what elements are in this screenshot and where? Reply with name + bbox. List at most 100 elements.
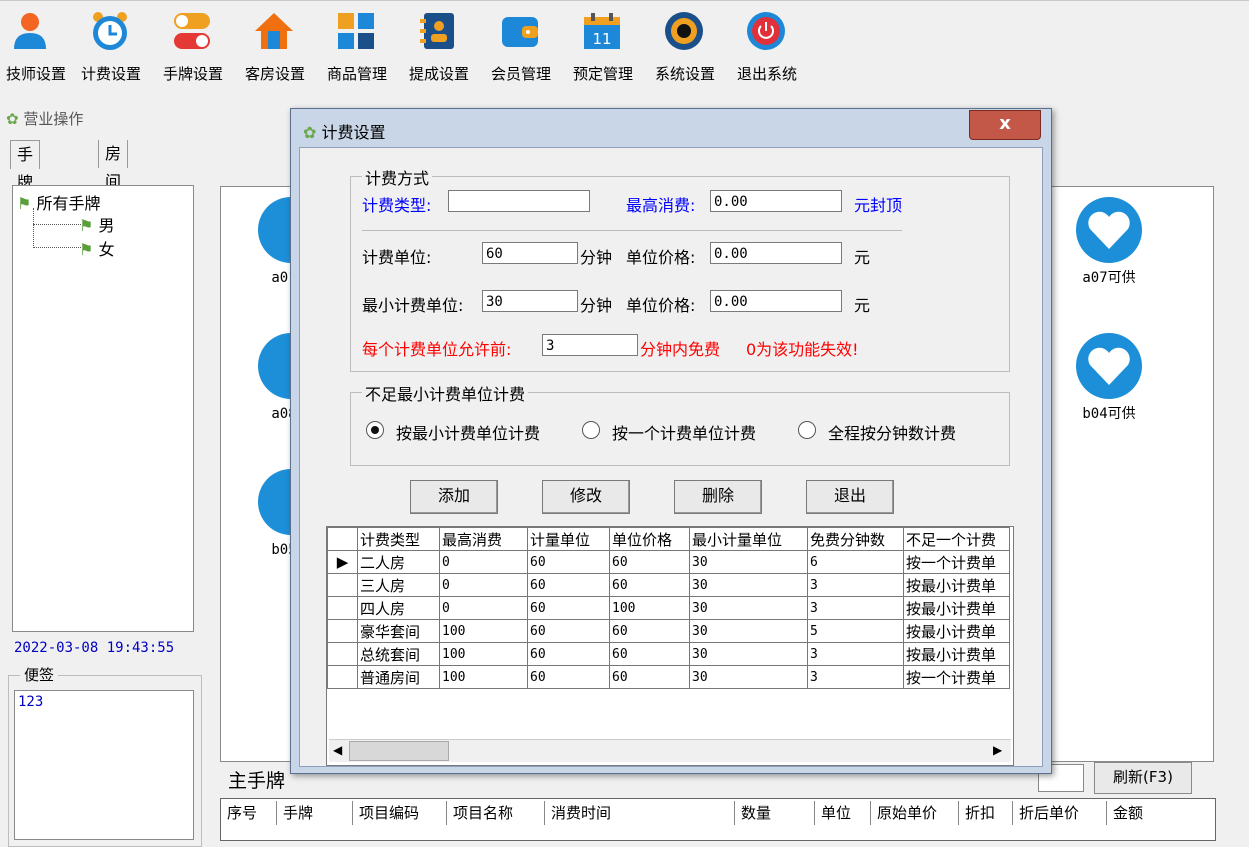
grid-cell[interactable]: 按一个计费单 <box>903 665 1010 689</box>
grid-cell[interactable]: 按最小计费单 <box>903 642 1010 666</box>
grid-cell[interactable]: 30 <box>689 665 808 689</box>
grid-cell[interactable]: 30 <box>689 550 808 574</box>
grid-cell[interactable]: 3 <box>807 596 904 620</box>
grid-cell[interactable]: 3 <box>807 573 904 597</box>
grid-cell[interactable]: 按最小计费单 <box>903 619 1010 643</box>
column-header[interactable]: 折后单价 <box>1013 801 1107 825</box>
toolbar-billing-button[interactable]: 计费设置 <box>70 7 152 89</box>
close-button[interactable]: x <box>969 110 1041 140</box>
grid-cell[interactable]: 豪华套间 <box>357 619 440 643</box>
grid-row[interactable]: 普通房间 100 60 60 30 3 按一个计费单 <box>327 665 1010 689</box>
grid-header[interactable]: 计量单位 <box>527 527 610 551</box>
grid-cell[interactable]: 60 <box>609 550 690 574</box>
grid-row[interactable]: 四人房 0 60 100 30 3 按最小计费单 <box>327 596 1010 620</box>
grid-cell[interactable]: 60 <box>527 619 610 643</box>
radio-one-unit-label[interactable]: 按一个计费单位计费 <box>612 420 756 444</box>
column-header[interactable]: 金额 <box>1107 801 1177 825</box>
grid-header[interactable]: 不足一个计费 <box>903 527 1010 551</box>
grid-cell[interactable]: 三人房 <box>357 573 440 597</box>
grid-cell[interactable]: 3 <box>807 665 904 689</box>
toolbar-member-button[interactable]: 会员管理 <box>480 7 562 89</box>
min-unit-price-input[interactable]: 0.00 <box>710 290 842 312</box>
toolbar-system-button[interactable]: 系统设置 <box>644 7 726 89</box>
toolbar-goods-button[interactable]: 商品管理 <box>316 7 398 89</box>
column-header[interactable]: 数量 <box>735 801 815 825</box>
grid-cell[interactable]: 60 <box>527 573 610 597</box>
toolbar-technician-button[interactable]: 技师设置 <box>0 7 72 89</box>
grid-cell[interactable]: 60 <box>527 596 610 620</box>
grid-cell[interactable]: 总统套间 <box>357 642 440 666</box>
tab-handcard[interactable]: 手牌管理 <box>10 140 41 248</box>
delete-button[interactable]: 删除 <box>674 480 762 514</box>
tab-room[interactable]: 房间管理 <box>98 140 129 247</box>
grid-cell[interactable]: 普通房间 <box>357 665 440 689</box>
tree-item-male[interactable]: ⚑ 男 <box>79 212 114 236</box>
min-unit-input[interactable]: 30 <box>482 290 578 312</box>
grid-cell[interactable]: 30 <box>689 642 808 666</box>
grid-header[interactable]: 最高消费 <box>439 527 528 551</box>
column-header[interactable]: 单位 <box>815 801 871 825</box>
grid-cell[interactable]: 按一个计费单 <box>903 550 1010 574</box>
grid-cell[interactable]: 100 <box>609 596 690 620</box>
grid-cell[interactable]: 30 <box>689 573 808 597</box>
refresh-button[interactable]: 刷新(F3) <box>1094 762 1192 794</box>
edit-button[interactable]: 修改 <box>542 480 630 514</box>
grid-cell[interactable]: 100 <box>439 642 528 666</box>
toolbar-booking-button[interactable]: 11 预定管理 <box>562 7 644 89</box>
grid-cell[interactable]: 60 <box>609 642 690 666</box>
grid-cell[interactable]: 60 <box>527 550 610 574</box>
tree-item-female[interactable]: ⚑ 女 <box>79 236 114 260</box>
grid-header[interactable]: 计费类型 <box>357 527 440 551</box>
grid-row[interactable]: ▶ 二人房 0 60 60 30 6 按一个计费单 <box>327 550 1010 574</box>
grid-cell[interactable]: 0 <box>439 573 528 597</box>
grid-header[interactable]: 免费分钟数 <box>807 527 904 551</box>
column-header[interactable]: 原始单价 <box>871 801 959 825</box>
add-button[interactable]: 添加 <box>410 480 498 514</box>
column-header[interactable]: 折扣 <box>959 801 1013 825</box>
radio-min-unit[interactable] <box>366 421 384 439</box>
grid-cell[interactable]: 100 <box>439 665 528 689</box>
grid-header[interactable]: 最小计量单位 <box>689 527 808 551</box>
grid-cell[interactable]: 60 <box>609 573 690 597</box>
toolbar-commission-button[interactable]: 提成设置 <box>398 7 480 89</box>
max-consumption-input[interactable]: 0.00 <box>710 190 842 212</box>
grid-cell[interactable]: 二人房 <box>357 550 440 574</box>
scroll-left-arrow-icon[interactable]: ◀ <box>333 743 342 757</box>
scroll-right-arrow-icon[interactable]: ▶ <box>993 743 1002 757</box>
toolbar-exit-button[interactable]: 退出系统 <box>726 7 808 89</box>
column-header[interactable]: 消费时间 <box>545 801 735 825</box>
radio-min-unit-label[interactable]: 按最小计费单位计费 <box>396 420 540 444</box>
column-header[interactable]: 项目编码 <box>353 801 447 825</box>
handcard-tree[interactable]: ⚑ 所有手牌 ⚑ 男 ⚑ 女 <box>12 185 194 632</box>
grid-cell[interactable]: 按最小计费单 <box>903 573 1010 597</box>
grid-cell[interactable]: 四人房 <box>357 596 440 620</box>
handcard-tile[interactable]: a07可供 <box>1069 197 1149 287</box>
column-header[interactable]: 手牌 <box>277 801 353 825</box>
billing-grid[interactable]: 计费类型 最高消费 计量单位 单位价格 最小计量单位 免费分钟数 不足一个计费 … <box>326 526 1014 766</box>
toolbar-room-button[interactable]: 客房设置 <box>234 7 316 89</box>
grid-cell[interactable]: 60 <box>609 619 690 643</box>
grid-cell[interactable]: 3 <box>807 642 904 666</box>
radio-per-minute[interactable] <box>798 421 816 439</box>
grid-header[interactable]: 单位价格 <box>609 527 690 551</box>
grid-cell[interactable]: 5 <box>807 619 904 643</box>
grid-row[interactable]: 总统套间 100 60 60 30 3 按最小计费单 <box>327 642 1010 666</box>
horizontal-scrollbar[interactable]: ◀ ▶ <box>329 739 1011 762</box>
handcard-tile[interactable]: b04可供 <box>1069 333 1149 423</box>
radio-one-unit[interactable] <box>582 421 600 439</box>
grid-cell[interactable]: 按最小计费单 <box>903 596 1010 620</box>
grid-cell[interactable]: 100 <box>439 619 528 643</box>
toolbar-handcard-button[interactable]: 手牌设置 <box>152 7 234 89</box>
billing-unit-input[interactable]: 60 <box>482 242 578 264</box>
grid-cell[interactable]: 60 <box>527 642 610 666</box>
grid-cell[interactable]: 60 <box>527 665 610 689</box>
grid-cell[interactable]: 0 <box>439 550 528 574</box>
grid-cell[interactable]: 30 <box>689 619 808 643</box>
column-header[interactable]: 项目名称 <box>447 801 545 825</box>
memo-textarea[interactable]: 123 <box>14 690 194 840</box>
grid-row[interactable]: 三人房 0 60 60 30 3 按最小计费单 <box>327 573 1010 597</box>
scroll-thumb[interactable] <box>349 741 449 761</box>
grid-row[interactable]: 豪华套间 100 60 60 30 5 按最小计费单 <box>327 619 1010 643</box>
column-header[interactable]: 序号 <box>221 801 277 825</box>
free-minutes-input[interactable]: 3 <box>542 334 638 356</box>
